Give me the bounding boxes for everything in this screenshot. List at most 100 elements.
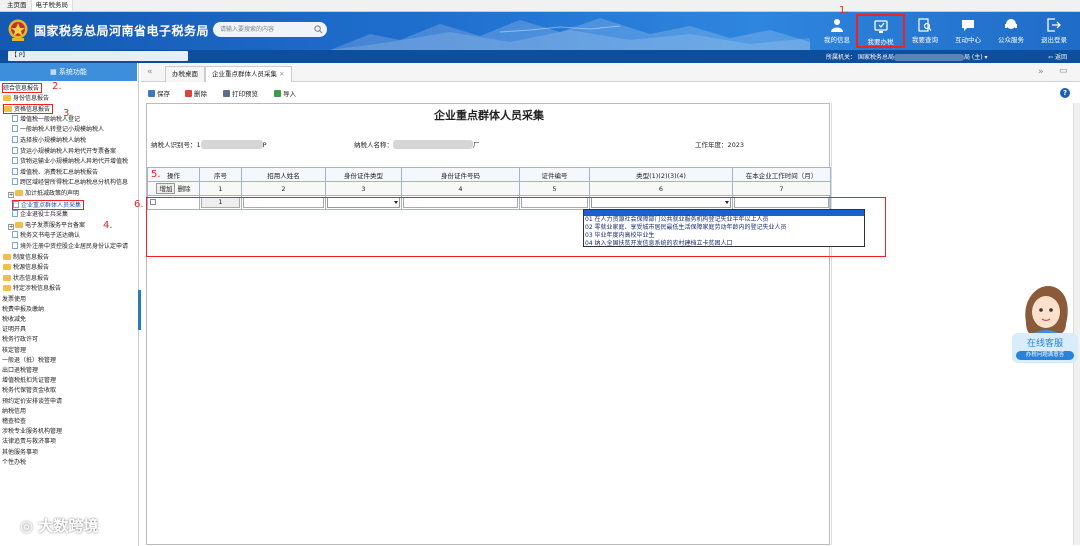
sidebar-item[interactable]: 综合信息报告 — [2, 83, 43, 93]
sidebar-item[interactable]: 税源信息报告 — [3, 263, 49, 273]
sidebar-collapse-handle[interactable] — [138, 290, 141, 330]
doc-search-icon — [918, 18, 932, 32]
sidebar-item[interactable]: 发票使用 — [2, 295, 26, 305]
sidebar-item-label: 货物运输业小规模纳税人异地代开增值税 — [20, 158, 129, 166]
work-year-label: 工作年度： — [695, 141, 728, 149]
search-input[interactable]: 请输入要搜索的内容 — [213, 22, 327, 37]
document-icon — [12, 242, 18, 249]
sidebar-item[interactable]: 证明开具 — [2, 325, 26, 335]
annotation-6: 6. — [134, 199, 144, 210]
expand-icon[interactable]: + — [8, 192, 14, 198]
sidebar-item[interactable]: 特定涉税信息报告 — [3, 284, 61, 294]
sidebar-item[interactable]: 税收减免 — [2, 315, 26, 325]
form-title: 企业重点群体人员采集 — [434, 109, 544, 122]
annotation-4: 4. — [103, 220, 113, 231]
taxpayer-id-suffix: P — [262, 141, 267, 149]
sidebar-item[interactable]: 税务代保管资金收取 — [2, 386, 56, 396]
sidebar-item-label: 证明开具 — [2, 326, 27, 334]
work-year-value: 2023 — [727, 141, 745, 149]
document-icon — [12, 167, 18, 175]
print-preview-button[interactable]: 打印预览 — [223, 88, 258, 98]
sidebar-item[interactable]: 一般纳税人转登记小规模纳税人 — [12, 125, 104, 135]
sidebar-item[interactable]: 预约定价安排谈签申请 — [2, 397, 62, 407]
taxpayer-selector[interactable]: 【 P】 — [8, 51, 188, 61]
sidebar-item[interactable]: 税费申报及缴纳 — [2, 305, 44, 315]
sidebar-item-label: 法律追责与救济事项 — [2, 438, 57, 446]
nav-interaction[interactable]: 互动中心 — [950, 14, 986, 48]
save-button[interactable]: 保存 — [148, 88, 170, 98]
expand-icon[interactable]: + — [8, 223, 14, 230]
nav-do-tax[interactable]: 我要办税 — [856, 14, 905, 48]
sidebar-item-label: 税收减免 — [2, 316, 27, 323]
nav-logout[interactable]: 退出登录 — [1036, 14, 1072, 48]
tab-scroll-right-icon[interactable]: » — [1038, 67, 1044, 77]
nav-my-info[interactable]: 我的信息 — [819, 14, 855, 48]
sidebar-item-label: 核定管理 — [2, 346, 27, 354]
sidebar-item[interactable]: 增值税抵扣凭证管理 — [2, 376, 56, 386]
print-icon — [223, 90, 230, 97]
sidebar-item[interactable]: 货物运输业小规模纳税人异地代开增值税 — [12, 157, 128, 167]
sidebar-item[interactable]: 核定管理 — [2, 346, 26, 356]
grid-icon: ▦ — [50, 68, 59, 76]
sidebar-item-label: 税务代保管资金收取 — [2, 387, 57, 395]
sidebar-item[interactable]: 跨区域经营所得税汇总纳税总分机构信息 — [12, 178, 128, 188]
sidebar-item[interactable]: 纳税信用 — [2, 407, 26, 417]
add-row-button[interactable]: 增加 — [156, 183, 176, 194]
delete-button[interactable]: 删除 — [185, 88, 207, 98]
sidebar-item[interactable]: 法律追责与救济事项 — [2, 437, 56, 447]
taxpayer-bar: 【 P】 所属机关： 国家税务总局局 (主) ▾ ⇦ 返回 — [0, 50, 1080, 63]
tab-desktop[interactable]: 办税桌面 — [165, 66, 205, 82]
sidebar-item[interactable]: + 加计抵减政策的声明 — [8, 189, 79, 199]
sidebar-item[interactable]: 出口退税管理 — [2, 366, 38, 376]
site-title: 国家税务总局河南省电子税务局 — [34, 24, 210, 38]
sidebar-item[interactable]: 税务文书电子送达确认 — [12, 231, 80, 241]
online-service-widget[interactable]: 在线客服 办税问题满意答 — [1012, 333, 1078, 363]
sidebar-item[interactable]: 稽查检查 — [2, 417, 26, 427]
sidebar-item[interactable]: 一般退（抵）税管理 — [2, 356, 56, 366]
browser-tab-etax[interactable]: 电子税务局 — [31, 0, 73, 11]
sidebar-item[interactable]: 企业退役士兵采集 — [12, 210, 68, 220]
help-icon[interactable]: ? — [1060, 88, 1070, 98]
folder-icon — [3, 274, 11, 281]
save-label: 保存 — [157, 90, 170, 98]
toolbar: 保存 删除 打印预览 导入 — [141, 86, 1080, 100]
sidebar-item[interactable]: 企业重点群体人员采集 — [12, 199, 85, 210]
tab-key-group-collection[interactable]: 企业重点群体人员采集 ✕ — [205, 66, 292, 82]
folder-icon — [3, 264, 11, 271]
sidebar-item[interactable]: + 电子发票服务平台备案 — [8, 221, 85, 231]
nav-public-service[interactable]: 公众服务 — [993, 14, 1029, 48]
sidebar-item[interactable]: 涉税专业服务机构管理 — [2, 427, 62, 437]
nav-label: 互动中心 — [955, 36, 981, 44]
delete-row-button[interactable]: 删除 — [178, 185, 191, 193]
sidebar-item[interactable]: 境外注册中资控股企业居民身份认定申请 — [12, 242, 128, 252]
sidebar-item-label: 税务文书电子送达确认 — [20, 232, 81, 240]
sidebar-item[interactable]: 个性办税 — [2, 458, 26, 468]
sidebar-item[interactable]: 身份信息报告 — [3, 94, 49, 104]
nav-query[interactable]: 我要查询 — [907, 14, 943, 48]
sidebar-item[interactable]: 其他服务事项 — [2, 448, 38, 458]
sidebar-item-label: 企业退役士兵采集 — [20, 211, 69, 219]
browser-tab-bar: 主页面 电子税务局 — [0, 0, 1080, 12]
browser-tab-home[interactable]: 主页面 — [3, 0, 32, 11]
search-icon[interactable] — [314, 25, 323, 34]
sidebar-item[interactable]: 制度信息报告 — [3, 253, 49, 263]
close-icon[interactable]: ✕ — [279, 70, 284, 78]
delete-icon — [185, 90, 192, 97]
sidebar-item[interactable]: 税务行政许可 — [2, 335, 38, 345]
sidebar-item-label: 增值税抵扣凭证管理 — [2, 377, 57, 385]
sidebar-item[interactable]: 增值税、消费税汇总纳税报告 — [12, 167, 98, 178]
import-button[interactable]: 导入 — [274, 88, 296, 98]
table-header-row: 操作 序号 招用人姓名 身份证件类型 身份证件号码 证件编号 类型(1)(2)(… — [147, 167, 831, 182]
return-label: 返回 — [1054, 54, 1067, 61]
sidebar-item[interactable]: 资格信息报告 — [3, 104, 54, 115]
return-link[interactable]: ⇦ 返回 — [1048, 52, 1067, 61]
region-info: 所属机关： 国家税务总局局 (主) ▾ — [826, 54, 988, 61]
sidebar-item[interactable]: 状态信息报告 — [3, 274, 49, 284]
sidebar-item[interactable]: 货运小规模纳税人异地代开专票备案 — [12, 146, 116, 157]
sidebar-item[interactable]: 选择按小规模纳税人纳税 — [12, 136, 86, 146]
sidebar-item-label: 特定涉税信息报告 — [13, 285, 62, 293]
sidebar-item-label: 发票使用 — [2, 295, 27, 303]
tab-scroll-left-icon[interactable]: « — [147, 67, 153, 77]
folder-icon — [15, 190, 23, 196]
tab-menu-icon[interactable]: ▭ — [1059, 66, 1068, 76]
